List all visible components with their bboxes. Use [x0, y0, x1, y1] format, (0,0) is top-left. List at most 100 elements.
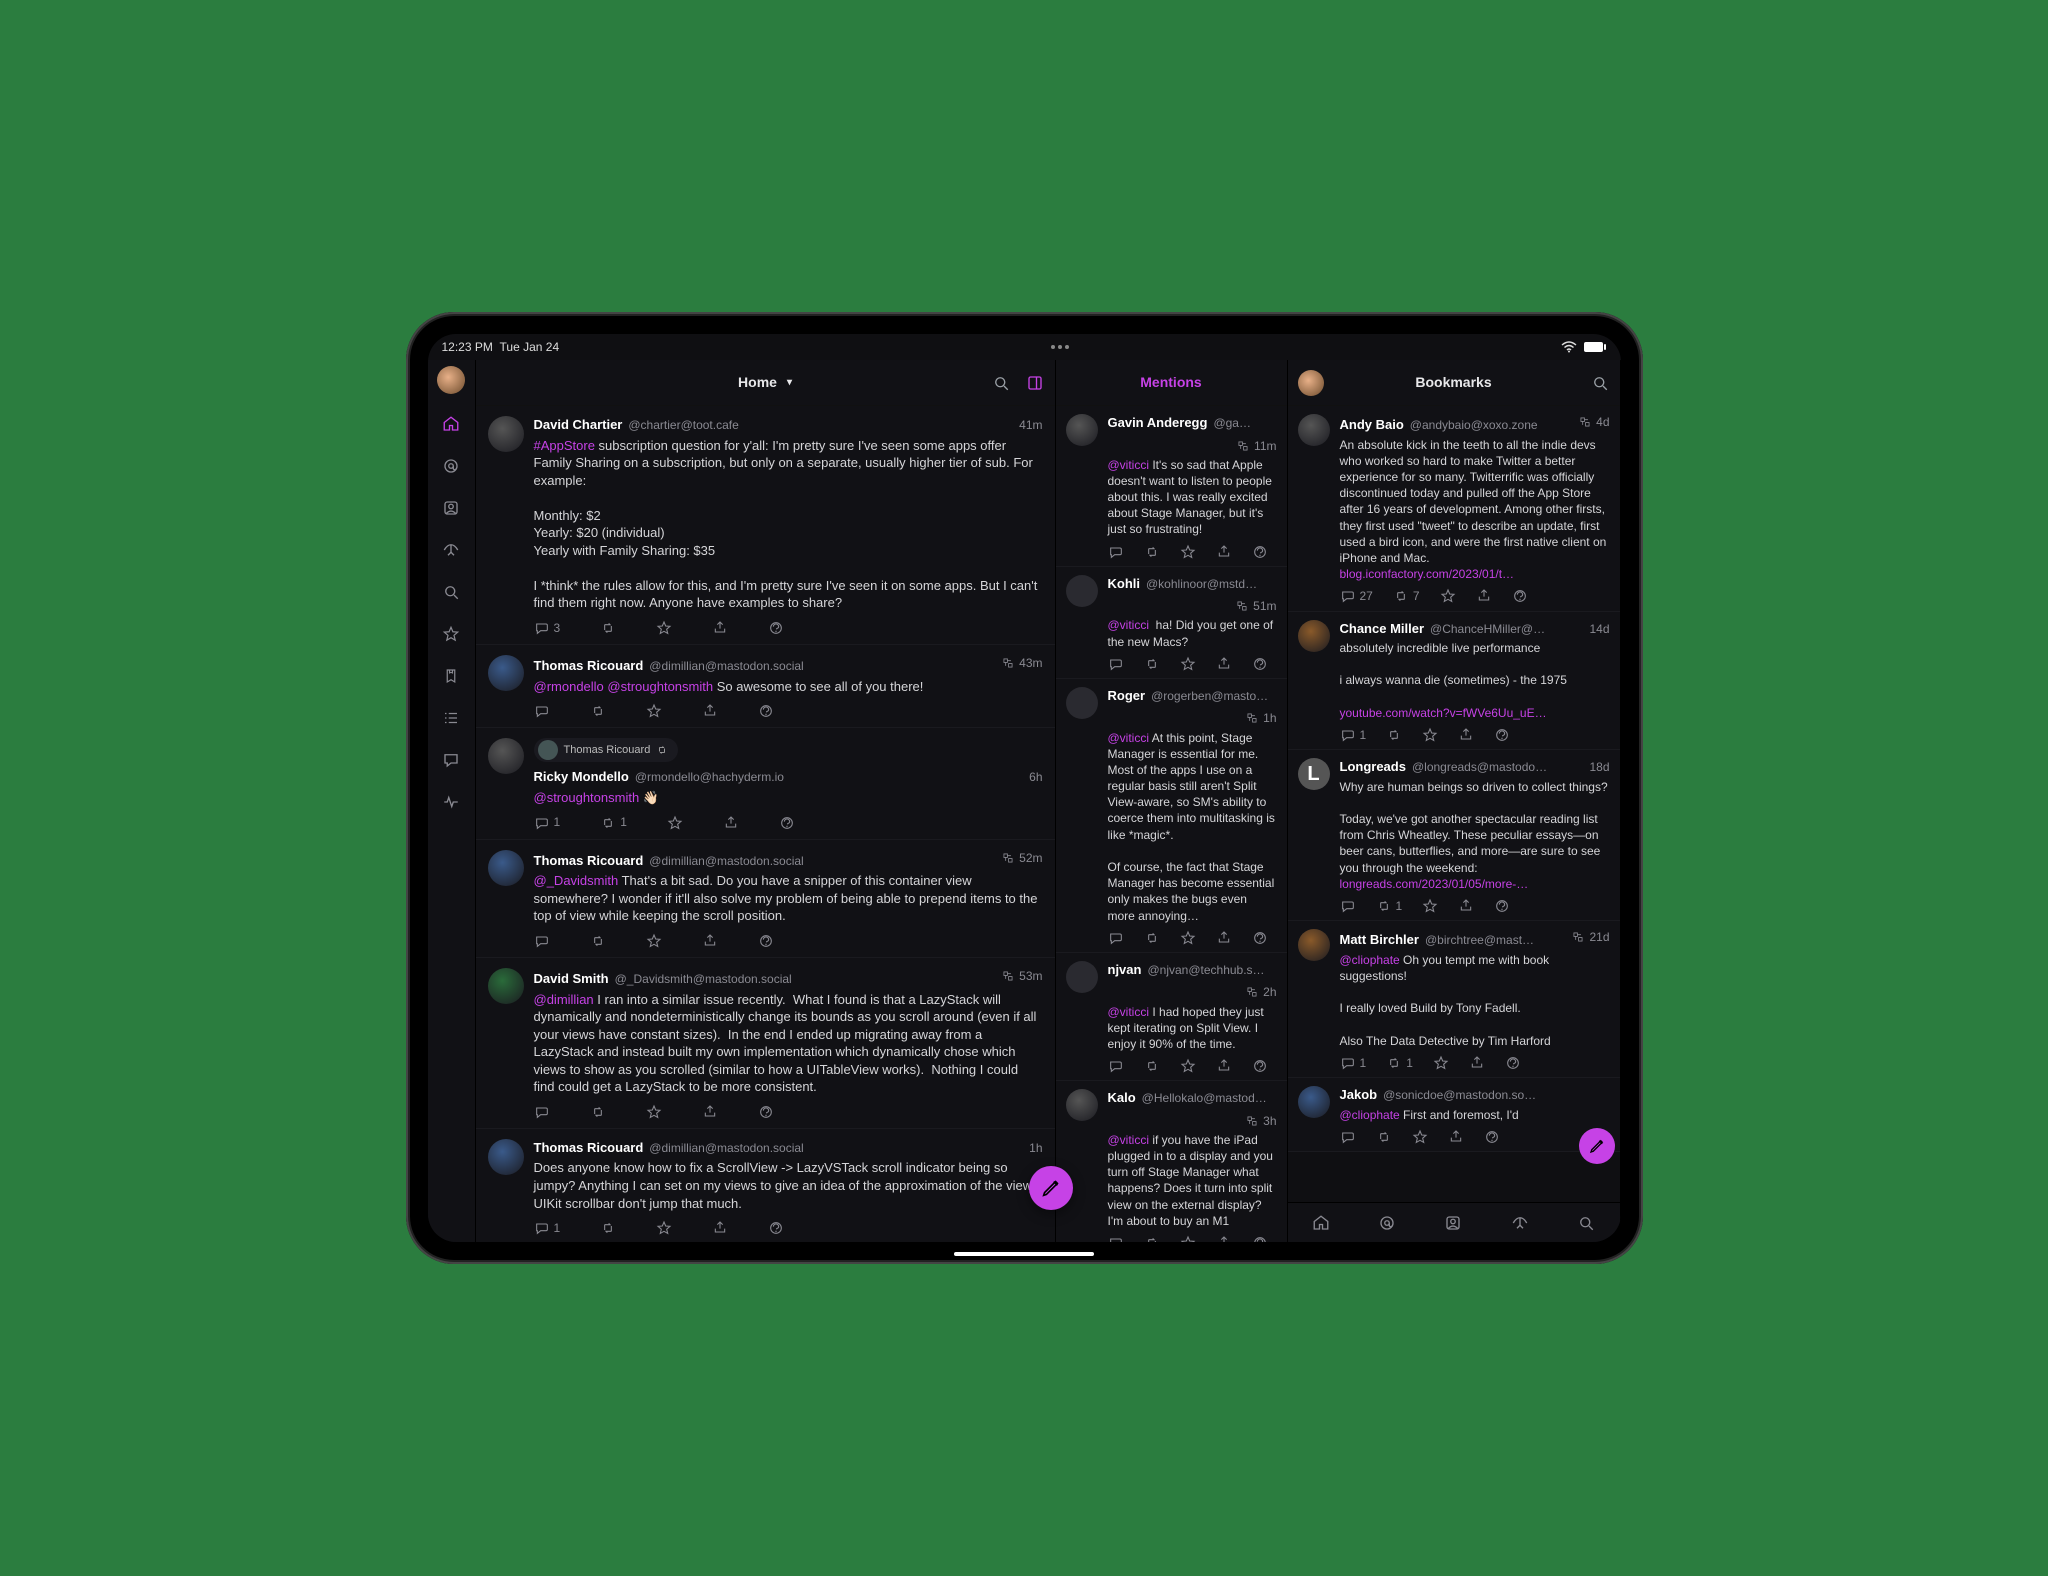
sidebar-bookmarks-icon[interactable] — [439, 664, 463, 688]
post-avatar[interactable] — [1298, 414, 1330, 446]
post[interactable]: Matt Birchler @birchtree@mast… 21d @clio… — [1288, 921, 1620, 1078]
post-author-handle[interactable]: @dimillian@mastodon.social — [649, 658, 803, 674]
post-author-name[interactable]: Ricky Mondello — [534, 768, 629, 786]
boost-button[interactable] — [600, 620, 616, 636]
post-author-name[interactable]: Chance Miller — [1340, 620, 1425, 638]
boost-button[interactable] — [1144, 1235, 1160, 1242]
post-avatar[interactable] — [1298, 929, 1330, 961]
post[interactable]: Thomas Ricouard Ricky Mondello @rmondell… — [476, 728, 1055, 839]
share-button[interactable] — [1458, 727, 1474, 743]
boost-button[interactable] — [1144, 1058, 1160, 1074]
post[interactable]: njvan @njvan@techhub.s… 2h @viticci I ha… — [1056, 953, 1287, 1081]
post-author-handle[interactable]: @njvan@techhub.s… — [1147, 962, 1264, 978]
favorite-button[interactable] — [646, 703, 662, 719]
boost-button[interactable] — [590, 703, 606, 719]
link[interactable]: youtube.com/watch?v=fWVe6Uu_uE… — [1340, 706, 1547, 720]
share-button[interactable] — [1458, 898, 1474, 914]
boost-button[interactable] — [1376, 1129, 1392, 1145]
boosted-by-badge[interactable]: Thomas Ricouard — [534, 738, 679, 762]
favorite-button[interactable] — [656, 1220, 672, 1236]
post-author-name[interactable]: Andy Baio — [1340, 416, 1404, 434]
reply-button[interactable] — [534, 933, 550, 949]
favorite-button[interactable] — [1180, 1058, 1196, 1074]
share-button[interactable] — [1216, 1235, 1232, 1242]
post[interactable]: David Chartier @chartier@toot.cafe 41m #… — [476, 406, 1055, 645]
post-author-handle[interactable]: @Hellokalo@mastod… — [1142, 1090, 1267, 1106]
post-author-handle[interactable]: @kohlinoor@mstd… — [1146, 576, 1257, 592]
post[interactable]: David Smith @_Davidsmith@mastodon.social… — [476, 958, 1055, 1129]
post-author-name[interactable]: Kohli — [1108, 575, 1141, 593]
boost-button[interactable] — [1144, 930, 1160, 946]
boost-button[interactable] — [1144, 656, 1160, 672]
sidebar-search-icon[interactable] — [439, 580, 463, 604]
compose-button-secondary[interactable] — [1579, 1128, 1615, 1164]
more-button[interactable] — [1252, 544, 1268, 560]
reply-button[interactable] — [1340, 898, 1356, 914]
boost-button[interactable] — [600, 1220, 616, 1236]
favorite-button[interactable] — [1412, 1129, 1428, 1145]
header-search-icon[interactable] — [991, 373, 1011, 393]
post-author-handle[interactable]: @dimillian@mastodon.social — [649, 1140, 803, 1156]
share-button[interactable] — [712, 620, 728, 636]
link[interactable]: @stroughtonsmith — [607, 679, 713, 694]
post-avatar[interactable] — [1066, 414, 1098, 446]
link[interactable]: @cliophate — [1340, 1108, 1400, 1122]
link[interactable]: @stroughtonsmith — [534, 790, 640, 805]
reply-button[interactable]: 27 — [1340, 588, 1373, 604]
more-button[interactable] — [1252, 1235, 1268, 1242]
favorite-button[interactable] — [1440, 588, 1456, 604]
link[interactable]: longreads.com/2023/01/05/more-… — [1340, 877, 1529, 891]
post[interactable]: L Longreads @longreads@mastodo… 18d Why … — [1288, 750, 1620, 921]
post[interactable]: Kalo @Hellokalo@mastod… 3h @viticci if y… — [1056, 1081, 1287, 1242]
post-avatar[interactable] — [488, 968, 524, 1004]
post-author-name[interactable]: David Smith — [534, 970, 609, 988]
favorite-button[interactable] — [667, 814, 683, 830]
boost-button[interactable] — [1144, 544, 1160, 560]
share-button[interactable] — [1448, 1129, 1464, 1145]
post-author-handle[interactable]: @longreads@mastodo… — [1412, 759, 1547, 775]
post-author-handle[interactable]: @andybaio@xoxo.zone — [1410, 417, 1538, 433]
share-button[interactable] — [712, 1220, 728, 1236]
share-button[interactable] — [1216, 656, 1232, 672]
reply-button[interactable] — [1340, 1129, 1356, 1145]
share-button[interactable] — [723, 814, 739, 830]
bookmarks-feed[interactable]: Andy Baio @andybaio@xoxo.zone 4d An abso… — [1288, 406, 1620, 1202]
favorite-button[interactable] — [1180, 544, 1196, 560]
post-author-handle[interactable]: @ga… — [1213, 415, 1251, 431]
favorite-button[interactable] — [1180, 930, 1196, 946]
link[interactable]: @viticci — [1108, 458, 1150, 472]
favorite-button[interactable] — [656, 620, 672, 636]
mentions-feed[interactable]: Gavin Anderegg @ga… 11m @viticci It's so… — [1056, 406, 1287, 1242]
favorite-button[interactable] — [1433, 1055, 1449, 1071]
link[interactable]: @viticci — [1108, 731, 1150, 745]
header-column-icon[interactable] — [1025, 373, 1045, 393]
share-button[interactable] — [1216, 1058, 1232, 1074]
share-button[interactable] — [1476, 588, 1492, 604]
post-avatar[interactable] — [488, 1139, 524, 1175]
more-button[interactable] — [758, 933, 774, 949]
post-author-handle[interactable]: @rmondello@hachyderm.io — [635, 769, 784, 785]
share-button[interactable] — [702, 1104, 718, 1120]
reply-button[interactable]: 1 — [534, 1220, 561, 1236]
reply-button[interactable] — [1108, 930, 1124, 946]
bottom-home-icon[interactable] — [1312, 1214, 1330, 1232]
link[interactable]: @dimillian — [534, 992, 594, 1007]
more-button[interactable] — [1252, 1058, 1268, 1074]
more-button[interactable] — [1494, 727, 1510, 743]
boost-button[interactable] — [590, 933, 606, 949]
post-avatar[interactable] — [488, 655, 524, 691]
sidebar-mentions-icon[interactable] — [439, 454, 463, 478]
sidebar-messages-icon[interactable] — [439, 748, 463, 772]
more-button[interactable] — [1512, 588, 1528, 604]
post-avatar[interactable] — [1066, 1089, 1098, 1121]
post-author-name[interactable]: Gavin Anderegg — [1108, 414, 1208, 432]
share-button[interactable] — [1469, 1055, 1485, 1071]
more-button[interactable] — [779, 814, 795, 830]
link[interactable]: @viticci — [1108, 618, 1150, 632]
boost-button[interactable] — [590, 1104, 606, 1120]
favorite-button[interactable] — [1180, 656, 1196, 672]
post[interactable]: Thomas Ricouard @dimillian@mastodon.soci… — [476, 645, 1055, 728]
post[interactable]: Roger @rogerben@masto… 1h @viticci At th… — [1056, 679, 1287, 953]
post[interactable]: Andy Baio @andybaio@xoxo.zone 4d An abso… — [1288, 406, 1620, 612]
post-author-handle[interactable]: @ChanceHMiller@… — [1430, 621, 1545, 637]
